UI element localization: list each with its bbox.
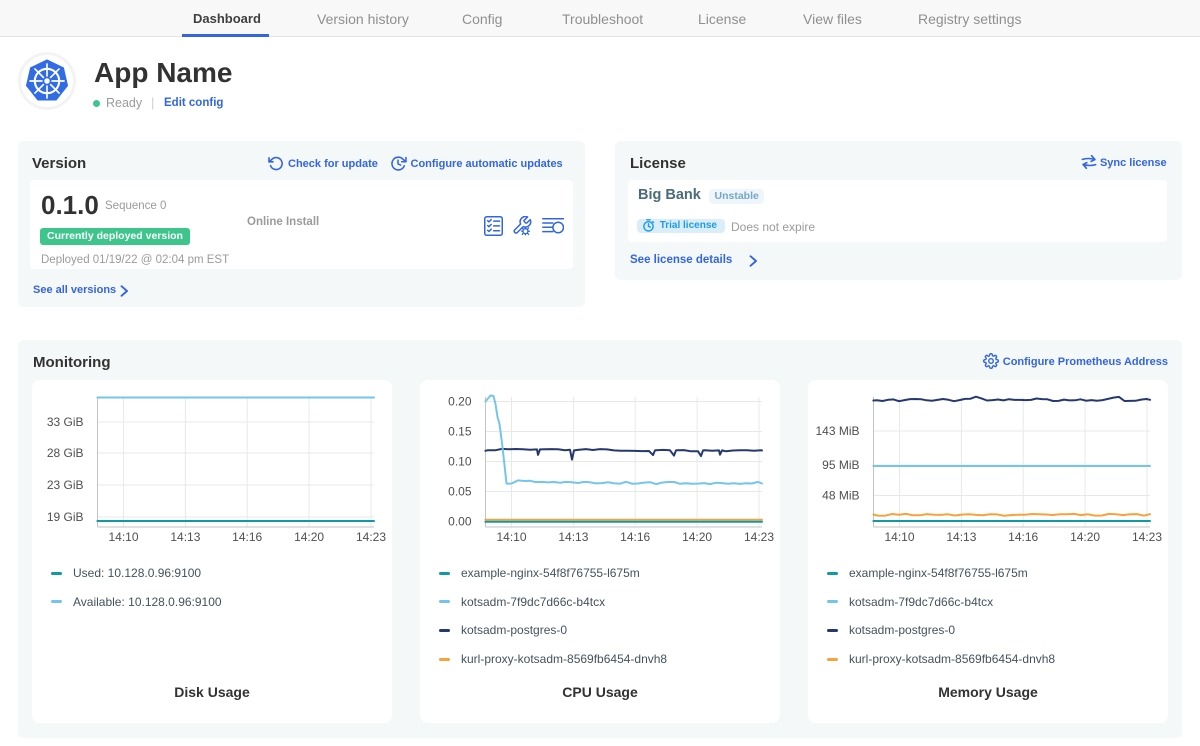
svg-text:28 GiB: 28 GiB [47, 446, 84, 460]
svg-text:33 GiB: 33 GiB [47, 415, 84, 429]
svg-text:48 MiB: 48 MiB [822, 489, 859, 503]
svg-text:0.10: 0.10 [448, 455, 472, 469]
svg-text:14:20: 14:20 [682, 530, 712, 544]
svg-text:14:16: 14:16 [1008, 530, 1038, 544]
svg-text:0.05: 0.05 [448, 485, 472, 499]
svg-text:14:20: 14:20 [1070, 530, 1100, 544]
svg-text:14:20: 14:20 [294, 530, 324, 544]
svg-text:14:23: 14:23 [356, 530, 386, 544]
svg-text:143 MiB: 143 MiB [815, 424, 859, 438]
svg-text:19 GiB: 19 GiB [47, 510, 84, 524]
svg-text:0.20: 0.20 [448, 395, 472, 409]
svg-text:0.15: 0.15 [448, 425, 472, 439]
svg-text:14:10: 14:10 [108, 530, 138, 544]
svg-text:0.00: 0.00 [448, 515, 472, 529]
svg-text:14:23: 14:23 [1132, 530, 1162, 544]
svg-text:14:16: 14:16 [232, 530, 262, 544]
svg-text:23 GiB: 23 GiB [47, 478, 84, 492]
svg-text:14:23: 14:23 [744, 530, 774, 544]
svg-text:14:10: 14:10 [496, 530, 526, 544]
svg-text:14:16: 14:16 [620, 530, 650, 544]
svg-text:14:13: 14:13 [558, 530, 588, 544]
svg-text:14:13: 14:13 [946, 530, 976, 544]
svg-text:95 MiB: 95 MiB [822, 458, 859, 472]
svg-text:14:10: 14:10 [884, 530, 914, 544]
svg-text:14:13: 14:13 [170, 530, 200, 544]
